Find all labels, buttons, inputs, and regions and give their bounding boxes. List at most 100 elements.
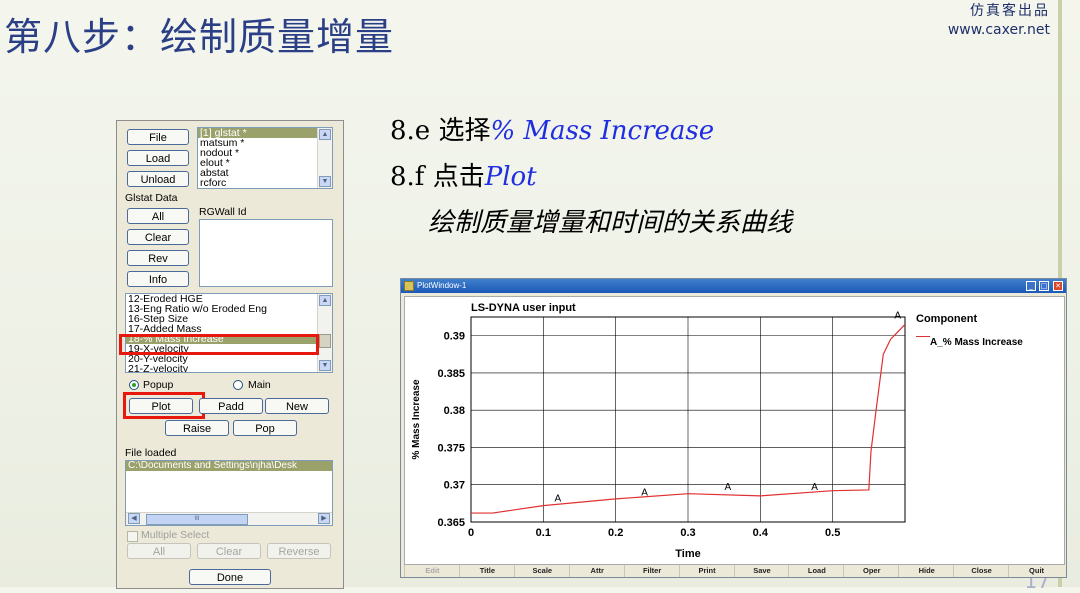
y-tick-label: 0.37 <box>444 480 465 492</box>
toolbar-button-attr[interactable]: Attr <box>568 565 625 577</box>
raise-button[interactable]: Raise <box>165 420 229 436</box>
toolbar-button-print[interactable]: Print <box>678 565 735 577</box>
step-instructions: 8.e 选择% Mass Increase 8.f 点击Plot 绘制质量增量和… <box>390 108 792 246</box>
toolbar-button-hide[interactable]: Hide <box>898 565 954 577</box>
scroll-down-icon[interactable]: ▼ <box>319 360 331 371</box>
x-tick-label: 0.5 <box>825 527 840 539</box>
plot-window-titlebar[interactable]: PlotWindow-1 <box>401 279 1066 293</box>
reverse-button-disabled[interactable]: Reverse <box>267 543 331 559</box>
series-marker: A <box>811 482 818 493</box>
toolbar-button-filter[interactable]: Filter <box>623 565 680 577</box>
brand: 仿真客出品 www.caxer.net <box>948 0 1050 38</box>
y-tick-label: 0.38 <box>444 405 465 417</box>
series-marker: A <box>641 487 648 498</box>
scroll-right-icon[interactable]: ▶ <box>318 513 330 524</box>
list-item[interactable]: rcforc <box>198 178 332 188</box>
done-button[interactable]: Done <box>189 569 271 585</box>
toolbar-button-edit[interactable]: Edit <box>404 565 460 577</box>
plot-window-title: PlotWindow-1 <box>417 281 467 290</box>
app-icon <box>404 281 414 291</box>
highlight-mass-increase <box>119 334 319 355</box>
step-description: 绘制质量增量和时间的关系曲线 <box>428 208 793 238</box>
unload-button[interactable]: Unload <box>127 171 189 187</box>
step-f-keyword: Plot <box>484 162 537 192</box>
data-components-list[interactable]: 12-Eroded HGE 13-Eng Ratio w/o Eroded Eng… <box>125 293 333 373</box>
y-tick-label: 0.39 <box>444 331 465 343</box>
toolbar-button-scale[interactable]: Scale <box>513 565 570 577</box>
file-hscrollbar[interactable]: ◀ III ▶ <box>126 512 332 525</box>
step-e: 8.e 选择% Mass Increase <box>390 108 792 154</box>
file-loaded-label: File loaded <box>125 447 177 459</box>
chart-title: LS-DYNA user input <box>471 302 576 314</box>
x-tick-label: 0.1 <box>536 527 551 539</box>
y-tick-label: 0.375 <box>437 442 465 454</box>
main-label: Main <box>248 379 271 391</box>
close-icon[interactable]: ✕ <box>1053 281 1063 291</box>
brand-url: www.caxer.net <box>947 22 1050 38</box>
all-button[interactable]: All <box>127 208 189 224</box>
slide-title: 第八步：绘制质量增量 <box>4 15 395 59</box>
scroll-up-icon[interactable]: ▲ <box>319 295 331 306</box>
load-button[interactable]: Load <box>127 150 189 166</box>
ls-prepost-panel: File Load Unload [1] glstat * matsum * nod… <box>116 120 344 589</box>
legend-entry: A_% Mass Increase <box>930 337 1023 348</box>
scroll-down-icon[interactable]: ▼ <box>319 176 331 187</box>
y-tick-label: 0.385 <box>437 368 465 380</box>
series-marker: A <box>724 482 731 493</box>
scroll-thumb[interactable]: III <box>146 514 248 525</box>
plot-window: PlotWindow-1 _ □ ✕ 0 0.1 0.2 0.3 0.4 0.5 0.365… <box>400 278 1067 578</box>
x-tick-label: 0 <box>468 527 474 539</box>
highlight-plot <box>123 392 205 419</box>
popup-radio[interactable] <box>129 380 139 390</box>
x-axis-label: Time <box>675 548 700 560</box>
toolbar-button-load[interactable]: Load <box>788 565 844 577</box>
clear-button[interactable]: Clear <box>127 229 189 245</box>
padd-button[interactable]: Padd <box>199 398 263 414</box>
popup-label: Popup <box>143 379 174 391</box>
rev-button[interactable]: Rev <box>127 250 189 266</box>
rgwall-label: RGWall Id <box>199 206 247 218</box>
plot-toolbar: Edit Title Scale Attr Filter Print Save Load Ope… <box>404 565 1063 577</box>
new-button[interactable]: New <box>265 398 329 414</box>
all-button-disabled[interactable]: All <box>127 543 191 559</box>
legend-title: Component <box>916 313 978 325</box>
x-tick-label: 0.4 <box>753 527 769 539</box>
toolbar-button-save[interactable]: Save <box>733 565 790 577</box>
minimize-icon[interactable]: _ <box>1026 281 1036 291</box>
info-button[interactable]: Info <box>127 271 189 287</box>
rgwall-list[interactable] <box>199 219 333 287</box>
pop-button[interactable]: Pop <box>233 420 297 436</box>
toolbar-button-close[interactable]: Close <box>953 565 1009 577</box>
clear-button-disabled[interactable]: Clear <box>197 543 261 559</box>
y-tick-label: 0.365 <box>437 517 465 529</box>
y-axis-label: % Mass Increase <box>411 379 422 459</box>
brand-cn: 仿真客出品 <box>970 3 1050 19</box>
scroll-thumb[interactable] <box>319 334 331 348</box>
list-item[interactable]: 21-Z-velocity <box>126 364 332 372</box>
file-button[interactable]: File <box>127 129 189 145</box>
files-list-scrollbar[interactable]: ▲ ▼ <box>317 128 332 188</box>
scroll-up-icon[interactable]: ▲ <box>319 129 331 140</box>
multiple-select-label: Multiple Select <box>141 529 210 541</box>
file-path[interactable]: C:\Documents and Settings\njha\Desk <box>126 461 332 471</box>
maximize-icon[interactable]: □ <box>1039 281 1049 291</box>
toolbar-button-oper[interactable]: Oper <box>843 565 899 577</box>
scroll-left-icon[interactable]: ◀ <box>128 513 140 524</box>
main-radio[interactable] <box>233 380 243 390</box>
toolbar-button-title[interactable]: Title <box>458 565 515 577</box>
series-marker: A <box>894 311 901 322</box>
x-tick-label: 0.3 <box>680 527 695 539</box>
x-tick-label: 0.2 <box>608 527 623 539</box>
multiple-select-checkbox[interactable] <box>127 531 138 542</box>
data-list-scrollbar[interactable]: ▲ ▼ <box>317 294 332 372</box>
mass-increase-chart: 0 0.1 0.2 0.3 0.4 0.5 0.365 0.37 0.375 0.38 0.385 0… <box>411 302 906 560</box>
files-list[interactable]: [1] glstat * matsum * nodout * elout * absta… <box>197 127 333 189</box>
toolbar-button-quit[interactable]: Quit <box>1008 565 1064 577</box>
plot-area: 0 0.1 0.2 0.3 0.4 0.5 0.365 0.37 0.375 0.38 0.385 0… <box>404 296 910 565</box>
series-marker: A <box>554 493 561 504</box>
file-loaded-list[interactable]: C:\Documents and Settings\njha\Desk ◀ II… <box>125 460 333 526</box>
glstat-data-label: Glstat Data <box>125 192 178 204</box>
step-f: 8.f 点击Plot <box>390 154 792 200</box>
step-e-keyword: % Mass Increase <box>490 116 715 146</box>
legend-line <box>916 336 930 337</box>
